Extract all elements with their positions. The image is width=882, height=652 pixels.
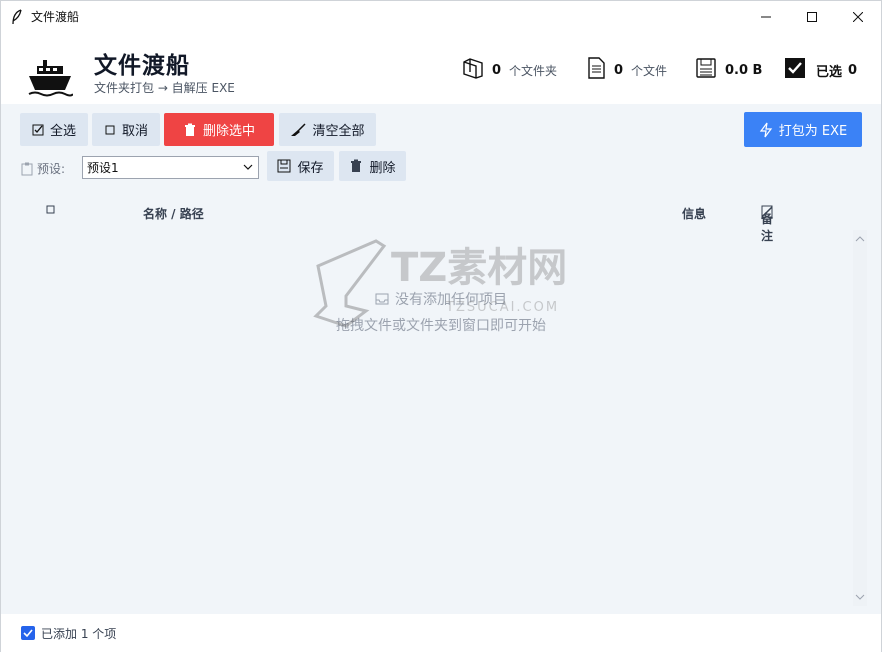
delete-selected-label: 删除选中 [202,124,255,139]
window-title: 文件渡船 [31,10,80,24]
empty-state: 没有添加任何项目 拖拽文件或文件夹到窗口即可开始 [1,289,881,335]
app-header: 文件渡船 文件夹打包 → 自解压 EXE 0 个文件夹 0 个文件 0.0 B [1,32,881,104]
delete-preset-button[interactable]: 删除 [339,151,406,181]
list-scrollbar[interactable] [853,230,867,606]
total-size: 0.0 B [725,62,763,78]
status-bar: 已添加 1 个项 [1,614,881,652]
delete-preset-label: 删除 [369,160,396,176]
app-subtitle: 文件夹打包 → 自解压 EXE [94,81,235,95]
scroll-up-icon[interactable] [853,234,867,244]
scroll-down-icon[interactable] [853,592,867,602]
column-note-label: 备注 [761,212,774,243]
floppy-disk-icon [695,57,717,83]
checkbox-checked-icon [784,57,806,83]
preset-select-value: 预设1 [87,161,119,175]
feather-icon [11,8,25,25]
main-area: 全选 取消 删除选中 清空全部 打包为 EXE 预设: 预设1 保存 删除 名称… [1,104,881,614]
column-info[interactable]: 信息 [682,205,706,222]
file-count-label: 个文件 [631,63,668,78]
file-icon [586,57,606,83]
delete-selected-button[interactable]: 删除选中 [164,113,274,146]
empty-state-hint: 拖拽文件或文件夹到窗口即可开始 [336,318,546,334]
folder-icon [462,57,484,83]
save-icon [277,159,291,173]
file-count-stat: 0 个文件 [586,56,667,84]
folder-count-label: 个文件夹 [509,63,558,78]
inbox-icon [375,293,389,305]
minimize-icon [761,16,771,17]
preset-label-text: 预设: [37,162,66,176]
save-preset-button[interactable]: 保存 [267,151,334,181]
close-button[interactable] [835,1,881,32]
app-window: 文件渡船 文件渡船 文件夹打包 → 自解压 EXE 0 个文件夹 0 个文件 0… [0,0,882,652]
preset-select[interactable]: 预设1 [82,156,259,179]
chevron-down-icon [243,164,253,170]
deselect-button[interactable]: 取消 [92,113,160,146]
ferry-logo-icon [27,58,74,98]
preset-label: 预设: [21,160,65,177]
folder-count: 0 [492,62,502,78]
selected-stat: 已选 0 [784,56,857,84]
file-count: 0 [614,62,624,78]
maximize-icon [807,11,817,22]
header-select-checkbox[interactable] [46,204,56,218]
broom-icon [291,122,307,136]
maximize-button[interactable] [789,1,835,32]
folder-count-stat: 0 个文件夹 [462,56,557,84]
empty-square-icon [105,125,115,134]
empty-state-title: 没有添加任何项目 [395,292,507,308]
minimize-button[interactable] [743,1,789,32]
clear-all-label: 清空全部 [312,124,365,139]
select-all-button[interactable]: 全选 [20,113,88,146]
save-preset-label: 保存 [297,160,324,176]
table-header: 名称 / 路径 信息 备注 [1,200,881,243]
trash-icon [351,159,362,172]
status-text: 已添加 1 个项 [41,626,117,641]
deselect-label: 取消 [121,124,148,139]
status-checkbox-icon [21,626,35,640]
check-square-icon [32,124,44,135]
column-name-path[interactable]: 名称 / 路径 [143,205,204,222]
pack-exe-label: 打包为 EXE [778,124,848,139]
selected-count: 0 [848,62,858,78]
lightning-icon [759,122,772,137]
app-title: 文件渡船 [94,53,190,79]
size-stat: 0.0 B [695,56,762,84]
title-bar: 文件渡船 [1,1,881,32]
clipboard-icon [21,162,33,175]
clear-all-button[interactable]: 清空全部 [279,113,376,146]
trash-icon [184,123,195,136]
close-icon [853,11,863,22]
select-all-label: 全选 [49,124,76,139]
pack-exe-button[interactable]: 打包为 EXE [744,112,862,147]
selected-label: 已选 [816,64,843,80]
column-note[interactable]: 备注 [761,205,774,243]
